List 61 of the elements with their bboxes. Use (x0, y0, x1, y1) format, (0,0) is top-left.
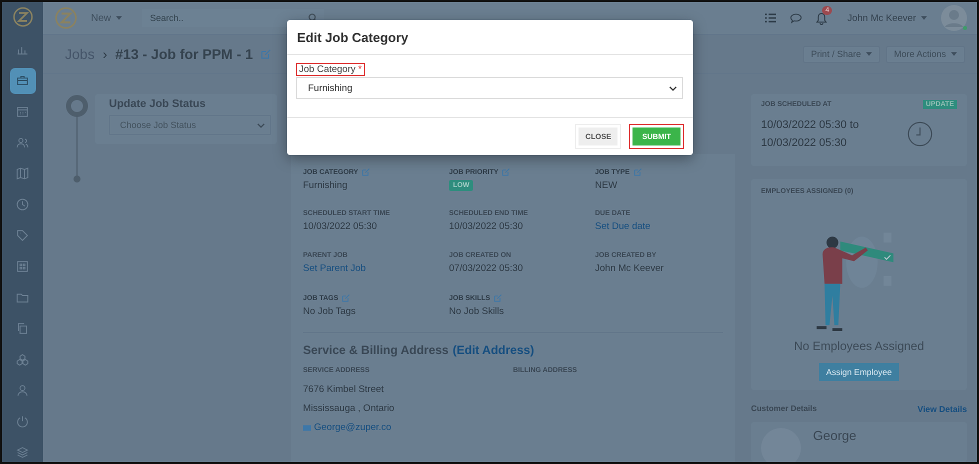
caret-icon (951, 52, 957, 56)
power-icon (16, 414, 29, 428)
email-link[interactable]: George@zuper.co (314, 422, 392, 433)
edit-address-link[interactable]: (Edit Address) (452, 343, 534, 357)
list-icon[interactable] (765, 13, 776, 23)
field-value: No Job Tags (303, 306, 357, 317)
breadcrumb-separator: › (102, 46, 108, 62)
clock-icon (907, 121, 933, 147)
map-icon (16, 167, 29, 180)
search-field[interactable]: Search.. (150, 9, 308, 27)
users-icon (16, 136, 29, 150)
bell-icon[interactable] (816, 12, 828, 24)
section-title: Service & Billing Address (303, 343, 449, 357)
chat-icon[interactable] (790, 12, 802, 24)
sidebar-item[interactable] (10, 68, 36, 94)
edit-icon[interactable] (342, 294, 350, 302)
edit-icon[interactable] (634, 168, 642, 176)
layers-icon (16, 446, 29, 459)
dialog-title: Edit Job Category (297, 30, 408, 44)
caret-icon (116, 16, 122, 20)
address-line: Mississauga , Ontario (303, 403, 396, 414)
edit-icon[interactable] (502, 168, 510, 176)
field-value: John Mc Keever (595, 263, 665, 274)
calendar-icon (16, 105, 29, 118)
assign-employee-button[interactable]: Assign Employee (819, 363, 899, 381)
briefcase-icon (16, 74, 29, 88)
cubes-icon (16, 352, 29, 366)
address-line: 7676 Kimbel Street (303, 384, 385, 395)
field-value: No Job Skills (449, 306, 505, 317)
view-details-link[interactable]: View Details (918, 404, 967, 414)
chevron-icon (669, 86, 677, 90)
grid-icon (16, 260, 29, 273)
schedule-time: 10/03/2022 05:30 (761, 137, 848, 149)
copy-icon (16, 322, 29, 335)
user-icon (16, 384, 29, 397)
avatar-icon[interactable] (941, 5, 967, 31)
field-label: Job Category * (296, 63, 365, 76)
field-value: 10/03/2022 05:30 (303, 221, 378, 232)
field-value: 10/03/2022 05:30 (449, 221, 524, 232)
category-select[interactable]: Furnishing (296, 77, 683, 99)
clock-icon (16, 198, 29, 212)
customer-name: George (813, 428, 856, 445)
edit-icon[interactable] (494, 294, 502, 302)
empty-state-text: No Employees Assigned (794, 339, 924, 353)
edit-icon[interactable] (362, 168, 370, 176)
field-value: NEW (595, 180, 618, 191)
schedule-time: 10/03/2022 05:30 to (761, 119, 859, 131)
caret-icon (866, 52, 872, 56)
chevron-icon (257, 122, 265, 128)
field-link[interactable]: Set Due date (595, 221, 725, 232)
job-title: #13 - Job for PPM - 1 (115, 46, 253, 62)
card-title: Update Job Status (109, 98, 207, 110)
edit-icon[interactable] (260, 49, 271, 59)
field-value: Furnishing (303, 180, 348, 191)
field-value: 07/03/2022 05:30 (449, 263, 524, 274)
tag-icon (16, 229, 29, 242)
logo-icon[interactable] (12, 7, 32, 27)
caret-icon (921, 16, 927, 20)
user-menu[interactable]: John Mc Keever (847, 12, 927, 24)
field-link[interactable]: Set Parent Job (303, 263, 449, 274)
logo-icon[interactable] (55, 7, 77, 29)
